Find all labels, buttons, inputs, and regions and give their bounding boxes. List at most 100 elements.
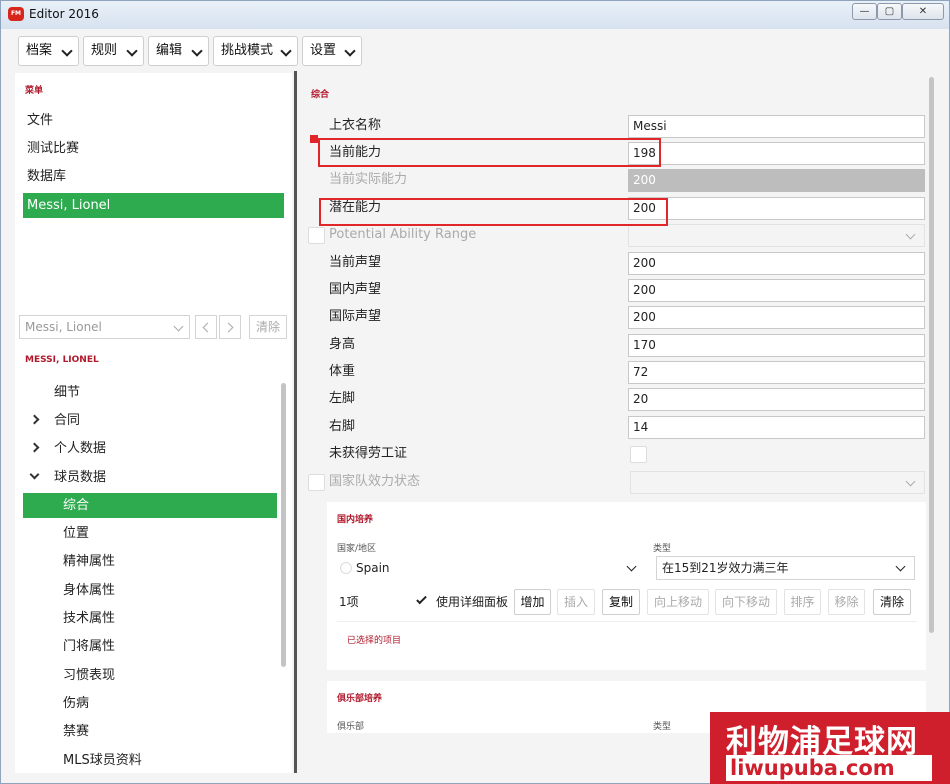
insert-button[interactable]: 插入	[557, 589, 595, 615]
field-label-current-reputation: 当前声望	[329, 255, 382, 270]
country-label: 国家/地区	[337, 544, 377, 554]
menu-label: 规则	[91, 43, 118, 58]
tree-item-mental[interactable]: 精神属性	[23, 549, 277, 574]
potential-ability-input[interactable]: 200	[628, 197, 925, 220]
chevron-right-icon[interactable]	[29, 442, 40, 453]
tree-item-goalkeeping[interactable]: 门将属性	[23, 634, 277, 659]
tree-item-mls[interactable]: MLS球员资料	[23, 748, 277, 773]
watermark-url: liwupuba.com	[726, 755, 932, 781]
menu-challenge[interactable]: 挑战模式	[213, 36, 298, 66]
type-label: 类型	[653, 544, 672, 554]
main-scrollbar[interactable]	[929, 77, 934, 633]
tree-item-label: 合同	[54, 413, 81, 428]
highlight-marker	[310, 135, 318, 143]
tree-item-label: 技术属性	[63, 611, 116, 626]
minimize-button[interactable]: —	[852, 3, 877, 20]
actual-ability-input: 200	[628, 169, 925, 192]
pa-range-checkbox[interactable]	[308, 227, 325, 244]
move-down-button[interactable]: 向下移动	[715, 589, 777, 615]
tree-item-contract[interactable]: 合同	[23, 408, 277, 433]
clear-search-button[interactable]: 清除	[249, 315, 287, 339]
close-button[interactable]: ✕	[902, 3, 944, 20]
remove-button[interactable]: 移除	[828, 589, 865, 615]
field-label-height: 身高	[329, 337, 356, 352]
window-title: Editor 2016	[29, 7, 99, 21]
selected-items-panel	[337, 621, 917, 663]
chevron-right-icon	[223, 322, 234, 333]
weight-input[interactable]: 72	[628, 361, 925, 384]
forward-button[interactable]	[219, 315, 241, 339]
chevron-left-icon	[202, 322, 213, 333]
chevron-right-icon[interactable]	[29, 414, 40, 425]
tree-item-injuries[interactable]: 伤病	[23, 691, 277, 716]
home-grown-title: 国内培养	[337, 515, 374, 525]
world-reputation-input[interactable]: 200	[628, 306, 925, 329]
add-button[interactable]: 增加	[514, 589, 551, 615]
title-bar: FM Editor 2016 — ▢ ✕	[1, 1, 949, 29]
national-status-checkbox[interactable]	[308, 474, 325, 491]
left-foot-input[interactable]: 20	[628, 388, 925, 411]
sidebar-item-player[interactable]: Messi, Lionel	[23, 193, 284, 218]
panel-splitter[interactable]	[294, 71, 297, 773]
sidebar-item-database[interactable]: 数据库	[23, 164, 284, 189]
home-reputation-input[interactable]: 200	[628, 279, 925, 302]
field-label-national-status: 国家队效力状态	[329, 474, 421, 489]
selected-items-label: 已选择的项目	[347, 636, 402, 646]
editor-window: FM Editor 2016 — ▢ ✕ 档案 规则 编辑 挑战模式 设置 菜单…	[0, 0, 950, 784]
tree-item-personal-data[interactable]: 个人数据	[23, 436, 277, 461]
tree-item-player-data[interactable]: 球员数据	[23, 465, 277, 490]
chevron-down-icon[interactable]	[29, 469, 40, 480]
field-label-weight: 体重	[329, 364, 356, 379]
search-value: Messi, Lionel	[25, 320, 102, 334]
field-label-no-work-permit: 未获得劳工证	[329, 446, 408, 461]
menu-rules[interactable]: 规则	[83, 36, 144, 66]
player-search-select[interactable]: Messi, Lionel	[19, 315, 190, 339]
maximize-button[interactable]: ▢	[877, 3, 902, 20]
tree-scrollbar[interactable]	[281, 383, 286, 667]
field-label-home-reputation: 国内声望	[329, 282, 382, 297]
menu-edit[interactable]: 编辑	[148, 36, 209, 66]
club-type-label: 类型	[653, 722, 672, 732]
tree-item-physical[interactable]: 身体属性	[23, 578, 277, 603]
field-label-right-foot: 右脚	[329, 419, 356, 434]
tree-item-details[interactable]: 细节	[23, 380, 277, 405]
chevron-down-icon	[905, 229, 916, 240]
height-input[interactable]: 170	[628, 334, 925, 357]
back-button[interactable]	[195, 315, 217, 339]
field-label-actual-ability: 当前实际能力	[329, 172, 408, 187]
highlight-current-ability	[318, 138, 661, 167]
tree-item-label: 禁赛	[63, 724, 90, 739]
detail-panel-checkbox[interactable]	[413, 592, 430, 609]
highlight-potential-ability	[319, 198, 668, 226]
national-status-select	[630, 471, 925, 494]
home-grown-type-select[interactable]: 在15到21岁效力满三年	[656, 556, 915, 580]
tree-item-bans[interactable]: 禁赛	[23, 719, 277, 744]
move-up-button[interactable]: 向上移动	[647, 589, 709, 615]
tree-item-label: 个人数据	[54, 441, 107, 456]
country-value: Spain	[356, 561, 390, 575]
tree-item-positions[interactable]: 位置	[23, 521, 277, 546]
current-ability-input[interactable]: 198	[628, 142, 925, 165]
field-label-world-reputation: 国际声望	[329, 309, 382, 324]
shirt-name-input[interactable]: Messi	[628, 115, 925, 138]
copy-button[interactable]: 复制	[602, 589, 640, 615]
menu-file[interactable]: 档案	[18, 36, 79, 66]
country-select[interactable]: Spain	[335, 556, 646, 580]
tree-item-label: 位置	[63, 526, 90, 541]
current-reputation-input[interactable]: 200	[628, 252, 925, 275]
tree-item-technical[interactable]: 技术属性	[23, 606, 277, 631]
menu-label: 挑战模式	[221, 43, 274, 58]
clear-button[interactable]: 清除	[873, 589, 911, 615]
no-work-permit-checkbox[interactable]	[630, 446, 647, 463]
tree-item-overview[interactable]: 综合	[23, 493, 277, 518]
sidebar-item-test-match[interactable]: 测试比赛	[23, 136, 284, 161]
section-title: 综合	[311, 90, 330, 100]
sort-button[interactable]: 排序	[784, 589, 821, 615]
item-count: 1项	[339, 595, 359, 609]
tree-item-label: 伤病	[63, 696, 90, 711]
menu-settings[interactable]: 设置	[302, 36, 362, 66]
tree-item-ppms[interactable]: 习惯表现	[23, 663, 277, 688]
right-foot-input[interactable]: 14	[628, 416, 925, 439]
sidebar-item-file[interactable]: 文件	[23, 108, 284, 133]
menu-label: 编辑	[156, 43, 183, 58]
